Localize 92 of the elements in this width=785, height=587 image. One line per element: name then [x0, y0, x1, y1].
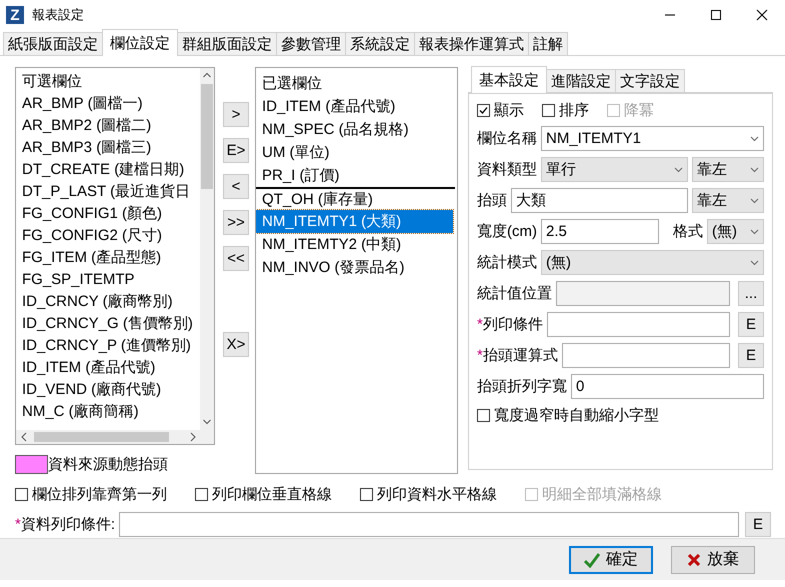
list-item[interactable]: ID_VEND (廠商代號) — [16, 379, 200, 401]
close-icon[interactable] — [756, 9, 768, 21]
check-icon — [478, 104, 489, 116]
move-button[interactable]: << — [223, 246, 249, 271]
move-button[interactable]: X> — [223, 332, 249, 357]
list-item[interactable]: ID_CRNCY_P (進價幣別) — [16, 335, 200, 357]
editor-button[interactable]: E — [745, 512, 771, 537]
field-label: 統計模式 — [477, 253, 537, 272]
tab[interactable]: 文字設定 — [615, 69, 685, 92]
move-button[interactable]: > — [223, 102, 249, 127]
input-field[interactable]: 大類 — [511, 188, 688, 213]
input-field[interactable] — [556, 281, 730, 306]
list-item[interactable]: NM_INVO (發票品名) — [256, 256, 457, 279]
field-label: *抬頭運算式 — [477, 346, 558, 365]
list-item[interactable]: ID_CRNCY (廠商幣別) — [16, 291, 200, 313]
move-button[interactable]: E> — [223, 138, 249, 163]
dropdown[interactable]: (無) — [541, 250, 764, 275]
field-label: 抬頭 — [477, 191, 507, 210]
list-item[interactable]: NM_ITEMTY1 (大類) — [256, 210, 453, 233]
legend-label: 資料來源動態抬頭 — [48, 454, 168, 474]
list-item[interactable]: FG_SP_ITEMTP — [16, 269, 200, 291]
field-label: *資料列印條件: — [15, 515, 116, 534]
tab[interactable]: 群組版面設定 — [177, 32, 277, 55]
list-item[interactable]: ID_CRNCY_G (售價幣別) — [16, 313, 200, 335]
dropdown[interactable]: (無) — [707, 219, 764, 244]
field-label: *列印條件 — [477, 315, 543, 334]
list-item[interactable]: FG_CONFIG2 (尺寸) — [16, 225, 200, 247]
tab[interactable]: 進階設定 — [546, 69, 616, 92]
list-item[interactable]: AR_BMP2 (圖檔二) — [16, 115, 200, 137]
input-field[interactable] — [562, 343, 730, 368]
list-item[interactable]: ID_ITEM (產品代號) — [256, 95, 457, 118]
list-header: 可選欄位 — [21, 72, 83, 92]
move-button[interactable]: < — [223, 174, 249, 199]
tab[interactable]: 報表操作運算式 — [414, 32, 529, 55]
list-item[interactable]: DT_CREATE (建檔日期) — [16, 159, 200, 181]
editor-button[interactable]: E — [738, 343, 764, 368]
checkbox[interactable]: 排序 — [542, 100, 589, 120]
list-item[interactable]: FG_CONFIG1 (顏色) — [16, 203, 200, 225]
checkbox[interactable]: 欄位排列靠齊第一列 — [15, 484, 167, 504]
editor-button[interactable]: E — [738, 312, 764, 337]
list-item[interactable]: FG_ITEM (產品型態) — [16, 247, 200, 269]
chevron-down-icon — [674, 166, 683, 172]
tab[interactable]: 系統設定 — [345, 32, 415, 55]
tab[interactable]: 基本設定 — [471, 66, 547, 93]
field-label: 資料類型 — [477, 160, 537, 179]
input-field[interactable] — [546, 312, 730, 337]
tab[interactable]: 紙張版面設定 — [3, 32, 103, 55]
checkbox[interactable]: 列印資料水平格線 — [360, 484, 497, 504]
list-item[interactable]: NM_SPEC (品名規格) — [256, 118, 457, 141]
horizontal-scrollbar[interactable] — [16, 430, 214, 444]
field-label: 統計值位置 — [477, 284, 552, 303]
chevron-down-icon — [750, 136, 759, 142]
dropdown[interactable]: 靠左 — [692, 188, 764, 213]
app-logo: Z — [6, 6, 24, 24]
chevron-down-icon — [750, 260, 759, 266]
tab[interactable]: 欄位設定 — [102, 29, 178, 56]
list-item[interactable]: NM_C (廠商簡稱) — [16, 401, 200, 423]
editor-button[interactable]: ... — [738, 281, 764, 306]
checkbox[interactable]: 顯示 — [477, 100, 524, 120]
list-item[interactable]: AR_BMP3 (圖檔三) — [16, 137, 200, 159]
chevron-down-icon — [750, 166, 759, 172]
confirm-button[interactable]: 確定 — [569, 546, 653, 574]
field-label: 欄位名稱 — [477, 129, 537, 148]
list-item[interactable]: NM_ITEMTY2 (中類) — [256, 233, 457, 256]
chevron-down-icon — [750, 228, 759, 234]
field-label: 格式 — [673, 222, 703, 241]
cross-icon — [687, 552, 701, 566]
input-field[interactable]: 2.5 — [541, 219, 659, 244]
checkbox[interactable]: 寬度過窄時自動縮小字型 — [477, 406, 659, 424]
dropdown[interactable]: 靠左 — [692, 157, 764, 182]
checkbox[interactable]: 列印欄位垂直格線 — [195, 484, 332, 504]
checkmark-icon — [584, 552, 600, 568]
list-item[interactable]: UM (單位) — [256, 141, 457, 164]
chevron-down-icon — [750, 198, 759, 204]
field-label: 抬頭折列字寬 — [477, 377, 567, 396]
tab[interactable]: 參數管理 — [276, 32, 346, 55]
maximize-icon[interactable] — [710, 9, 722, 21]
list-item[interactable]: DT_P_LAST (最近進貨日 — [16, 181, 200, 203]
input-field[interactable] — [119, 512, 739, 537]
tab[interactable]: 註解 — [528, 32, 568, 55]
cancel-button[interactable]: 放棄 — [671, 546, 755, 574]
list-item[interactable]: AR_BMP (圖檔一) — [16, 93, 200, 115]
vertical-scrollbar[interactable] — [200, 68, 214, 430]
dropdown[interactable]: 單行 — [541, 157, 688, 182]
input-field[interactable]: 0 — [571, 374, 764, 399]
move-button[interactable]: >> — [223, 210, 249, 235]
list-item[interactable]: ID_ITEM (產品代號) — [16, 357, 200, 379]
field-label: 寬度(cm) — [477, 222, 537, 241]
window-title: 報表設定 — [32, 6, 84, 24]
list-header: 已選欄位 — [261, 74, 323, 94]
dropdown[interactable]: NM_ITEMTY1 — [541, 126, 764, 151]
list-item[interactable]: PR_I (訂價) — [256, 164, 457, 187]
